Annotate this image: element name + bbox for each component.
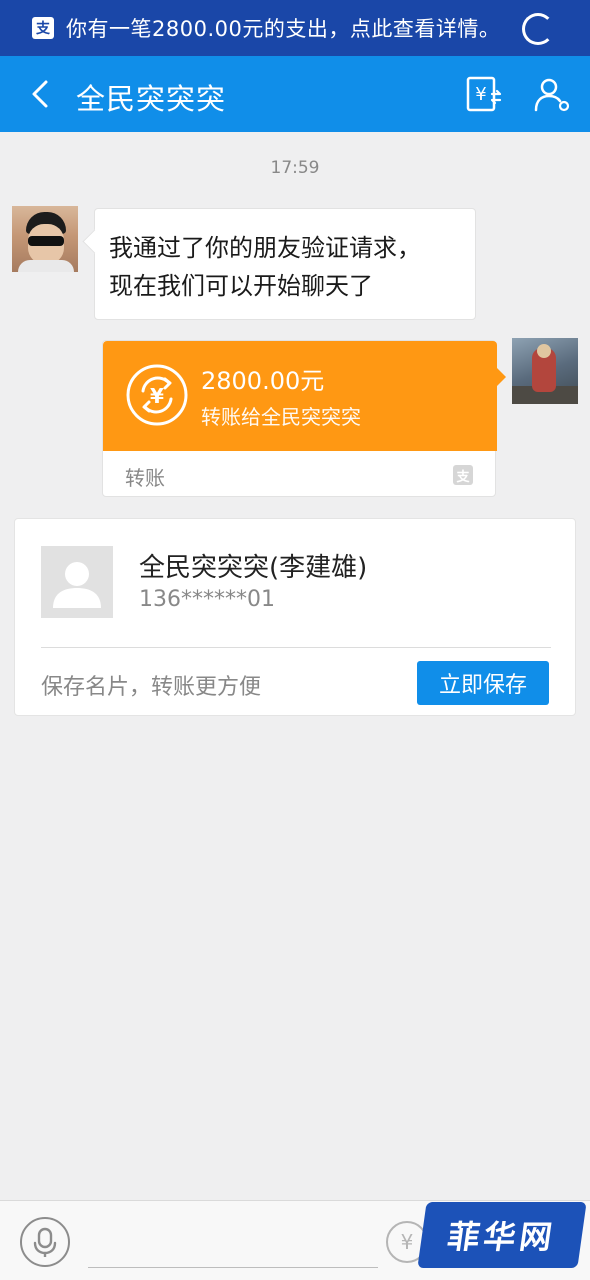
- profile-icon[interactable]: [532, 74, 572, 114]
- message-text-line: 现在我们可以开始聊天了: [109, 272, 373, 300]
- chat-title: 全民突突突: [76, 82, 227, 116]
- transfer-label: 转账: [125, 466, 165, 490]
- chat-header: 全民突突突 ¥: [0, 56, 590, 132]
- transfer-yuan-icon: ¥: [126, 364, 188, 426]
- transfer-amount: 2800.00元: [201, 367, 325, 395]
- alipay-logo-icon: 支: [32, 17, 54, 39]
- transfer-card-body: ¥ 2800.00元 转账给全民突突突: [103, 341, 506, 451]
- message-input[interactable]: [88, 1267, 378, 1268]
- contact-avatar[interactable]: [12, 206, 78, 272]
- mic-icon[interactable]: [20, 1217, 70, 1267]
- contact-phone: 136******01: [139, 587, 275, 612]
- back-icon[interactable]: [26, 78, 58, 110]
- default-avatar-icon: [41, 546, 113, 618]
- alipay-logo-icon: 支: [453, 465, 473, 485]
- notification-text[interactable]: 你有一笔2800.00元的支出，点此查看详情。: [66, 13, 500, 43]
- notification-bar[interactable]: 支 你有一笔2800.00元的支出，点此查看详情。: [0, 0, 590, 56]
- user-avatar[interactable]: [512, 338, 578, 404]
- svg-text:¥: ¥: [475, 84, 486, 105]
- loading-spinner-icon: [522, 13, 554, 45]
- transfer-message-card[interactable]: ¥ 2800.00元 转账给全民突突突 转账 支: [102, 340, 506, 497]
- watermark-logo: 菲华网: [417, 1202, 587, 1268]
- save-contact-button[interactable]: 立即保存: [417, 661, 549, 705]
- message-text-line: 我通过了你的朋友验证请求，: [109, 234, 421, 262]
- contact-card[interactable]: 全民突突突(李建雄) 136******01 保存名片，转账更方便 立即保存: [14, 518, 576, 716]
- save-contact-hint: 保存名片，转账更方便: [41, 675, 262, 700]
- message-timestamp: 17:59: [270, 158, 320, 178]
- svg-text:¥: ¥: [150, 384, 164, 408]
- transfer-icon[interactable]: ¥: [464, 74, 504, 114]
- transfer-description: 转账给全民突突突: [201, 405, 361, 429]
- incoming-message-bubble[interactable]: 我通过了你的朋友验证请求， 现在我们可以开始聊天了: [94, 208, 476, 320]
- contact-name: 全民突突突(李建雄): [139, 553, 368, 583]
- divider: [41, 647, 551, 648]
